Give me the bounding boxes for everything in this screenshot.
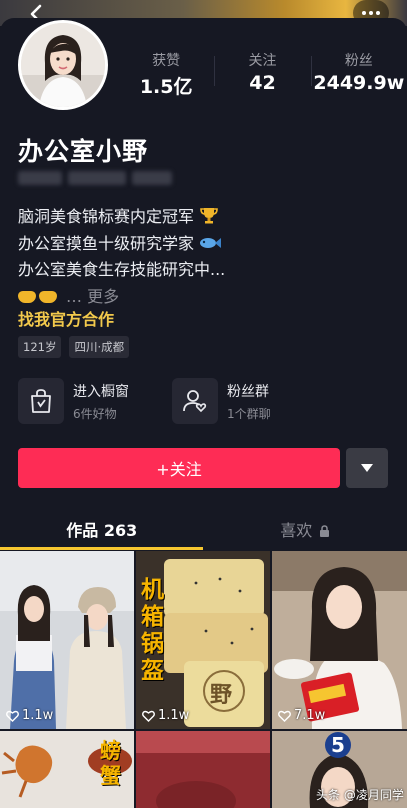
stats-bar: 获赞 1.5亿 关注 42 粉丝 2449.9w [118, 50, 407, 98]
blurred-account-id [18, 171, 173, 185]
tab-indicator [0, 547, 203, 550]
heart-icon [278, 710, 291, 722]
follow-label: +关注 [156, 460, 202, 479]
bio-text: 办公室摸鱼十级研究学家 [18, 233, 195, 253]
tab-label: 作品 263 [66, 521, 138, 540]
video-thumbnail[interactable]: 7.1w [272, 551, 407, 729]
entry-subtitle: 1个群聊 [227, 406, 271, 421]
bio-line: 办公室摸鱼十级研究学家 [18, 231, 388, 258]
stat-label: 关注 [248, 53, 277, 69]
hands-icon [18, 291, 36, 303]
video-thumbnail[interactable] [136, 731, 270, 808]
entry-title: 进入橱窗 [73, 383, 129, 400]
stat-label: 粉丝 [344, 53, 373, 69]
bio-line: 办公室美食生存技能研究中... [18, 257, 388, 284]
video-thumbnail[interactable]: 螃 蟹 [0, 731, 134, 808]
stat-followers[interactable]: 粉丝 2449.9w [310, 50, 407, 98]
stat-following[interactable]: 关注 42 [214, 50, 310, 98]
stat-label: 获赞 [152, 53, 181, 69]
bio-text: 脑洞美食锦标赛内定冠军 [18, 207, 195, 226]
avatar[interactable] [18, 20, 108, 110]
follow-button[interactable]: +关注 [18, 448, 340, 488]
video-thumbnail[interactable]: 1.1w [0, 551, 134, 729]
cooperation-link[interactable]: 找我官方合作 [18, 306, 114, 330]
stat-value: 1.5亿 [139, 76, 193, 98]
trophy-icon [200, 208, 218, 224]
shop-window-entry[interactable]: 进入橱窗 6件好物 [18, 378, 129, 424]
tag-age: 121岁 [18, 336, 62, 358]
caret-down-icon [361, 464, 373, 472]
ellipsis-icon [362, 11, 366, 15]
hands-icon [39, 291, 57, 303]
tab-likes[interactable]: 喜欢 [204, 510, 407, 548]
stat-value: 42 [249, 72, 276, 94]
fish-icon [200, 237, 222, 248]
stamp-text: 野 [210, 683, 233, 708]
video-thumbnail[interactable]: 机 箱 锅 盔 野 1.1w [136, 551, 270, 729]
video-badge: 5 [331, 733, 345, 757]
content-tabs: 作品 263 喜欢 [0, 510, 407, 548]
video-likes: 1.1w [142, 708, 189, 723]
entry-subtitle: 6件好物 [73, 406, 117, 421]
stat-value: 2449.9w [313, 72, 405, 94]
more-actions-dropdown[interactable] [346, 448, 388, 488]
heart-icon [142, 710, 155, 722]
group-chat-icon [172, 378, 218, 424]
heart-icon [6, 710, 19, 722]
bio[interactable]: 脑洞美食锦标赛内定冠军 办公室摸鱼十级研究学家 办公室美食生存技能研究中... … [18, 204, 388, 310]
tab-works[interactable]: 作品 263 [0, 510, 204, 548]
lock-icon [320, 525, 330, 537]
watermark: 头条 @凌月同学 [316, 788, 404, 802]
entry-title: 粉丝群 [227, 383, 269, 400]
stat-likes[interactable]: 获赞 1.5亿 [118, 50, 214, 98]
bio-text: 办公室美食生存技能研究中... [18, 260, 226, 279]
profile-tags: 121岁 四川·成都 [18, 336, 130, 358]
video-likes: 1.1w [6, 708, 53, 723]
tab-label: 喜欢 [280, 521, 313, 540]
video-overlay-title: 机 箱 锅 盔 [141, 577, 164, 684]
fan-group-entry[interactable]: 粉丝群 1个群聊 [172, 378, 271, 424]
video-grid: 1.1w 机 箱 锅 盔 野 1.1w 7.1w 螃 蟹 5 [0, 551, 407, 808]
video-overlay-title: 螃 蟹 [100, 739, 121, 788]
bio-line: 脑洞美食锦标赛内定冠军 [18, 204, 388, 231]
video-likes: 7.1w [278, 708, 325, 723]
shopping-bag-icon [18, 378, 64, 424]
bio-more-link[interactable]: … 更多 [66, 287, 119, 306]
tag-location[interactable]: 四川·成都 [69, 336, 130, 358]
profile-name: 办公室小野 [18, 137, 149, 166]
